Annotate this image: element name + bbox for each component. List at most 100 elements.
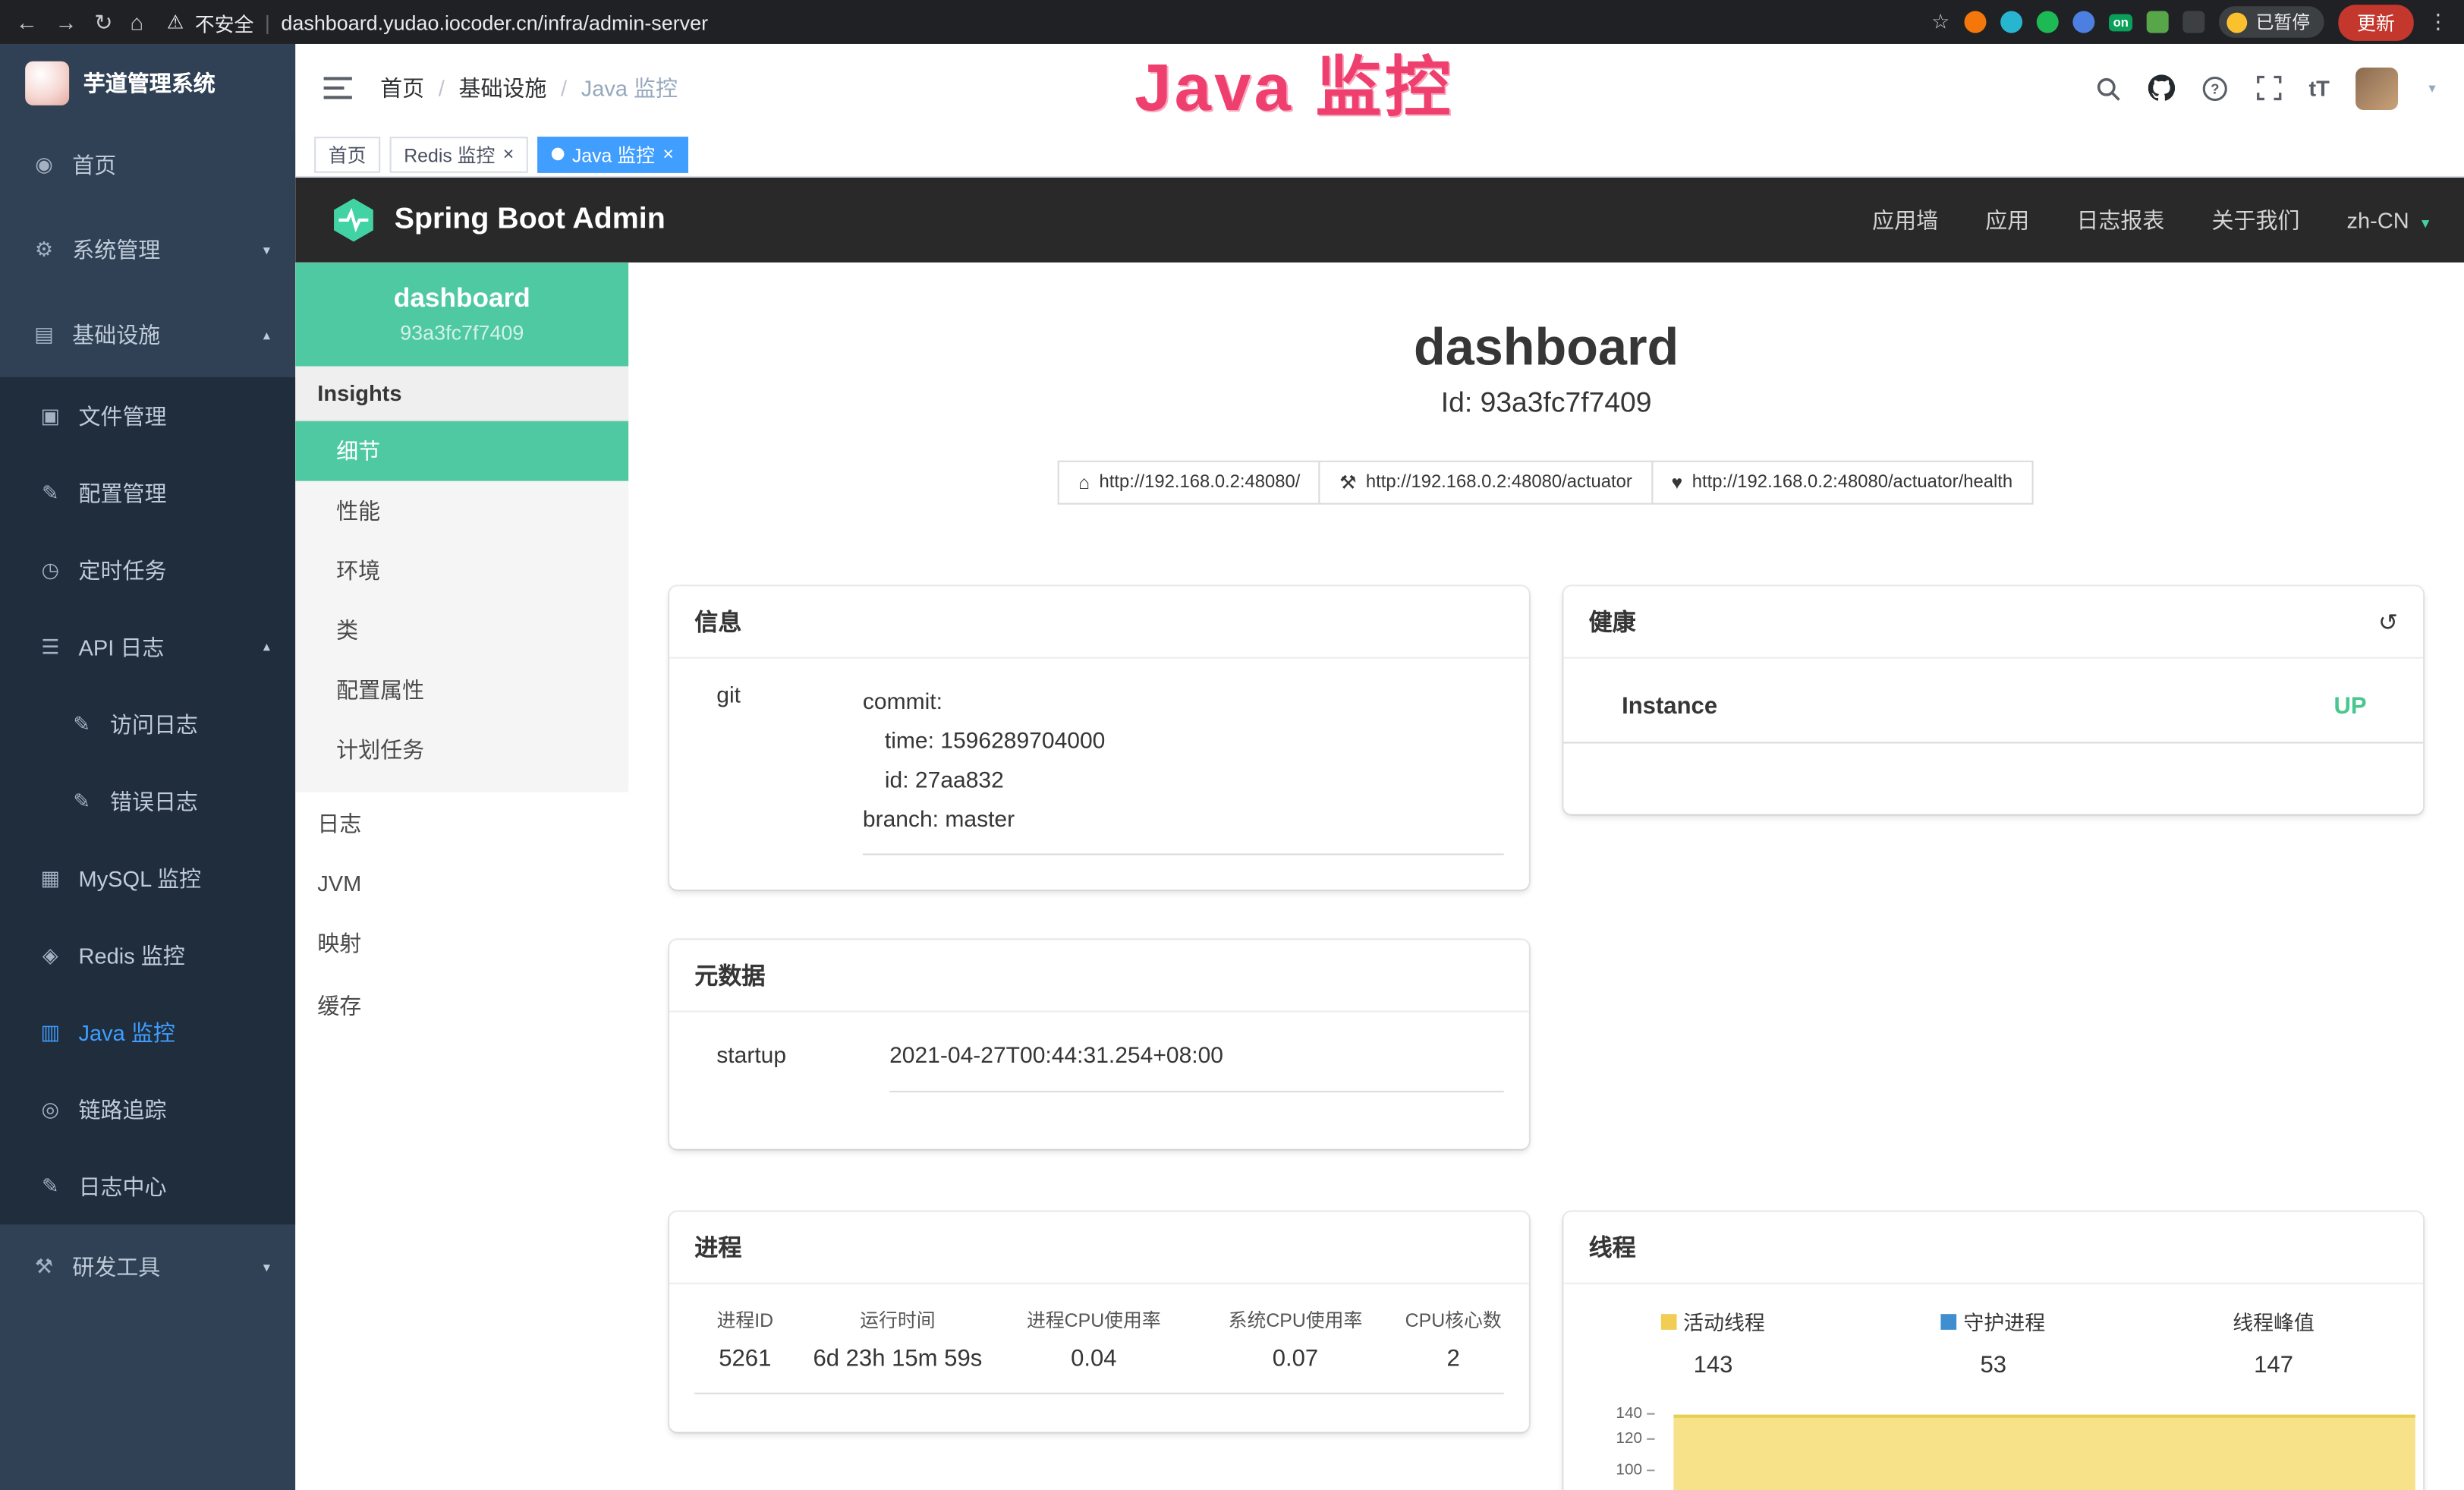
- browser-extension-on-badge[interactable]: on: [2108, 14, 2133, 31]
- sidebar-item-redis-monitor[interactable]: ◈ Redis 监控: [0, 916, 295, 993]
- hamburger-icon[interactable]: [324, 77, 352, 99]
- sba-nav-wallboard[interactable]: 应用墙: [1872, 204, 1938, 235]
- sidebar-item-label: 日志中心: [79, 1170, 167, 1202]
- sidebar-item-api-logs[interactable]: ☰ API 日志 ▴: [0, 608, 295, 685]
- address-bar[interactable]: ⚠ 不安全 | dashboard.yudao.iocoder.cn/infra…: [167, 7, 1914, 36]
- sidebar-item-link-tracing[interactable]: ◎ 链路追踪: [0, 1070, 295, 1147]
- tab-label: 首页: [329, 140, 367, 167]
- process-header: 进程ID: [685, 1306, 805, 1333]
- search-icon[interactable]: [2095, 74, 2122, 101]
- back-icon[interactable]: ←: [16, 11, 38, 33]
- sidebar-item-mysql-monitor[interactable]: ▦ MySQL 监控: [0, 840, 295, 916]
- sidebar-item-file-management[interactable]: ▣ 文件管理: [0, 377, 295, 454]
- close-icon[interactable]: ×: [662, 145, 674, 164]
- sidebar-item-infrastructure[interactable]: ▤ 基础设施 ▴: [0, 292, 295, 377]
- sba-header: Spring Boot Admin 应用墙 应用 日志报表 关于我们 zh-CN…: [295, 178, 2464, 263]
- browser-extension-icon-5[interactable]: [2148, 11, 2170, 33]
- app-logo[interactable]: 芋道管理系统: [0, 44, 295, 123]
- sba-nav-applications[interactable]: 应用: [1985, 204, 2029, 235]
- service-url-button[interactable]: ⌂ http://192.168.0.2:48080/: [1058, 461, 1320, 505]
- fullscreen-icon[interactable]: [2255, 74, 2282, 101]
- sidebar-item-java-monitor[interactable]: ▥ Java 监控: [0, 994, 295, 1070]
- live-threads-area: [1673, 1415, 2415, 1490]
- heart-icon: ♥: [1672, 472, 1683, 494]
- bookmark-star-icon[interactable]: ☆: [1931, 9, 1949, 34]
- reload-icon[interactable]: ↻: [94, 11, 112, 33]
- sba-item-mappings[interactable]: 映射: [295, 912, 628, 975]
- sidebar-item-dev-tools[interactable]: ⚒ 研发工具 ▾: [0, 1224, 295, 1309]
- history-icon[interactable]: ↺: [2378, 608, 2398, 636]
- sidebar-item-error-logs[interactable]: ✎ 错误日志: [0, 762, 295, 839]
- info-key: git: [716, 684, 863, 855]
- browser-extension-icon-3[interactable]: [2036, 11, 2058, 33]
- sba-brand[interactable]: Spring Boot Admin: [330, 197, 666, 244]
- breadcrumb-home[interactable]: 首页: [380, 72, 445, 103]
- sba-instance-header[interactable]: dashboard 93a3fc7f7409: [295, 263, 628, 367]
- sidebar-item-scheduled-tasks[interactable]: ◷ 定时任务: [0, 531, 295, 608]
- tab-redis-monitor[interactable]: Redis 监控 ×: [390, 136, 528, 172]
- browser-window: ← → ↻ ⌂ ⚠ 不安全 | dashboard.yudao.iocoder.…: [0, 0, 2464, 1490]
- sba-item-classes[interactable]: 类: [295, 600, 628, 660]
- sidebar-item-label: 定时任务: [79, 554, 167, 585]
- tools-icon: ⚒: [31, 1254, 56, 1279]
- help-icon[interactable]: ?: [2202, 74, 2229, 101]
- browser-extension-icon-1[interactable]: [1964, 11, 1986, 33]
- sidebar-item-label: Redis 监控: [79, 939, 185, 970]
- close-icon[interactable]: ×: [503, 145, 515, 164]
- legend-live-threads: 活动线程 143: [1573, 1306, 1853, 1378]
- sidebar-item-access-logs[interactable]: ✎ 访问日志: [0, 685, 295, 762]
- threads-card-title: 线程: [1563, 1212, 2423, 1284]
- forward-icon[interactable]: →: [55, 11, 77, 33]
- infrastructure-submenu: ▣ 文件管理 ✎ 配置管理 ◷ 定时任务 ☰ API 日志 ▴ ✎: [0, 377, 295, 1224]
- infrastructure-icon: ▤: [31, 323, 56, 348]
- tab-java-monitor[interactable]: Java 监控 ×: [537, 136, 688, 172]
- sba-item-logs[interactable]: 日志: [295, 792, 628, 855]
- browser-menu-icon[interactable]: ⋮: [2428, 9, 2448, 34]
- sba-item-metrics[interactable]: 性能: [295, 481, 628, 541]
- browser-extension-icon-2[interactable]: [2000, 11, 2022, 33]
- browser-toolbar-right: ☆ on 已暂停 更新 ⋮: [1931, 4, 2448, 40]
- sba-item-details[interactable]: 细节: [295, 421, 628, 481]
- git-commit-line: commit:: [863, 684, 1504, 723]
- git-id-line: id: 27aa832: [863, 763, 1504, 802]
- sba-item-config-props[interactable]: 配置属性: [295, 660, 628, 720]
- sidebar-item-label: 错误日志: [110, 785, 198, 816]
- sba-locale-select[interactable]: zh-CN ▾: [2347, 207, 2430, 232]
- sidebar-item-config-management[interactable]: ✎ 配置管理: [0, 454, 295, 531]
- sba-item-environment[interactable]: 环境: [295, 540, 628, 600]
- home-icon[interactable]: ⌂: [130, 11, 143, 33]
- avatar-caret-icon[interactable]: ▾: [2428, 80, 2435, 97]
- sba-nav-about[interactable]: 关于我们: [2211, 204, 2299, 235]
- sidebar-item-log-center[interactable]: ✎ 日志中心: [0, 1148, 295, 1224]
- browser-extension-icon-4[interactable]: [2072, 11, 2094, 33]
- health-instance-row[interactable]: Instance UP: [1563, 659, 2423, 744]
- metadata-row: startup 2021-04-27T00:44:31.254+08:00: [669, 1013, 1529, 1111]
- sba-item-scheduled-tasks[interactable]: 计划任务: [295, 720, 628, 780]
- api-log-icon: ☰: [38, 635, 63, 660]
- sba-nav-journal[interactable]: 日志报表: [2076, 204, 2164, 235]
- address-separator: |: [265, 10, 270, 33]
- paused-badge[interactable]: 已暂停: [2220, 6, 2324, 37]
- instance-links: ⌂ http://192.168.0.2:48080/ ⚒ http://192…: [669, 461, 2423, 505]
- health-url-button[interactable]: ♥ http://192.168.0.2:48080/actuator/heal…: [1651, 461, 2033, 505]
- breadcrumb-infrastructure[interactable]: 基础设施: [458, 72, 567, 103]
- spring-boot-admin-frame: Spring Boot Admin 应用墙 应用 日志报表 关于我们 zh-CN…: [295, 178, 2464, 1490]
- font-size-icon[interactable]: tT: [2309, 75, 2330, 100]
- health-instance-label: Instance: [1622, 694, 1717, 720]
- chevron-down-icon: ▾: [2422, 216, 2429, 233]
- tab-home[interactable]: 首页: [314, 136, 380, 172]
- sidebar-item-system[interactable]: ⚙ 系统管理 ▾: [0, 207, 295, 292]
- browser-update-button[interactable]: 更新: [2338, 4, 2413, 40]
- sba-brand-title: Spring Boot Admin: [395, 203, 666, 238]
- info-card-title: 信息: [669, 587, 1529, 659]
- url-text: dashboard.yudao.iocoder.cn/infra/admin-s…: [281, 10, 708, 33]
- sba-item-caches[interactable]: 缓存: [295, 975, 628, 1038]
- sba-item-jvm[interactable]: JVM: [295, 855, 628, 912]
- sidebar-item-home[interactable]: ◉ 首页: [0, 123, 295, 208]
- wrench-icon: ⚒: [1339, 472, 1356, 494]
- logo-avatar: [25, 61, 69, 106]
- actuator-url-button[interactable]: ⚒ http://192.168.0.2:48080/actuator: [1319, 461, 1652, 505]
- user-avatar[interactable]: [2356, 67, 2399, 109]
- github-icon[interactable]: [2148, 74, 2175, 101]
- browser-extension-icon-6[interactable]: [2183, 11, 2205, 33]
